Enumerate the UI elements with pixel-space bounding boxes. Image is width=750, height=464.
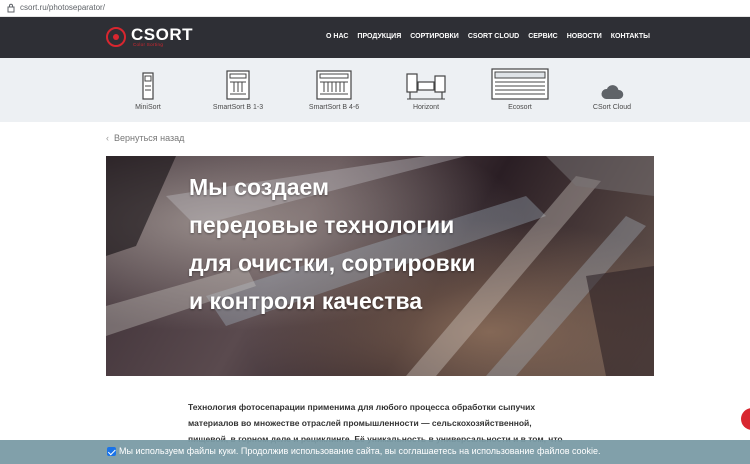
browser-address-bar[interactable]: csort.ru/photoseparator/ — [0, 0, 750, 17]
product-label: SmartSort B 1-3 — [212, 104, 264, 111]
top-navigation: CSORT Color Sorting О НАС ПРОДУКЦИЯ СОРТ… — [0, 17, 750, 58]
page-info-icon[interactable] — [7, 3, 15, 13]
main-menu: О НАС ПРОДУКЦИЯ СОРТИРОВКИ CSORT CLOUD С… — [326, 33, 650, 40]
hero-banner: Мы создаем передовые технологии для очис… — [106, 156, 654, 376]
menu-item-sorting[interactable]: СОРТИРОВКИ — [410, 33, 459, 40]
product-smartsort-b46[interactable]: SmartSort B 4-6 — [289, 66, 379, 118]
product-smartsort-b13[interactable]: SmartSort B 1-3 — [193, 66, 283, 118]
menu-item-news[interactable]: НОВОСТИ — [567, 33, 602, 40]
hero-heading-line: передовые технологии — [189, 212, 455, 238]
product-label: Ecosort — [508, 104, 532, 111]
menu-item-csort-cloud[interactable]: CSORT CLOUD — [468, 33, 519, 40]
menu-item-contacts[interactable]: КОНТАКТЫ — [611, 33, 650, 40]
logo-mark-icon — [106, 27, 126, 47]
product-label: CSort Cloud — [592, 104, 632, 111]
chevron-left-icon: ‹ — [106, 133, 109, 143]
url-text[interactable]: csort.ru/photoseparator/ — [20, 3, 105, 12]
cookie-message: Мы используем файлы куки. Продолжив испо… — [119, 446, 601, 456]
product-label: Horizont — [412, 104, 440, 111]
product-ecosort[interactable]: Ecosort — [475, 66, 565, 118]
hero-heading-line: Мы создаем — [189, 174, 330, 200]
product-horizont[interactable]: Horizont — [381, 66, 471, 118]
horizont-machine-icon — [406, 73, 446, 100]
menu-item-products[interactable]: ПРОДУКЦИЯ — [357, 33, 401, 40]
article-line: Технология фотосепарации применима для л… — [188, 402, 536, 412]
product-csort-cloud[interactable]: CSort Cloud — [567, 66, 657, 118]
menu-item-service[interactable]: СЕРВИС — [528, 33, 558, 40]
menu-item-about[interactable]: О НАС — [326, 33, 348, 40]
cookie-consent-checkbox[interactable] — [107, 447, 116, 456]
minisort-machine-icon — [142, 72, 154, 100]
logo-tagline: Color Sorting — [133, 42, 164, 47]
smartsort-b46-machine-icon — [316, 70, 352, 100]
article-line: материалов во множестве отраслей промышл… — [188, 418, 532, 428]
hero-heading-line: и контроля качества — [189, 288, 423, 314]
product-label: MiniSort — [135, 104, 161, 111]
cookie-banner: Мы используем файлы куки. Продолжив испо… — [0, 440, 750, 464]
back-link[interactable]: ‹ Вернуться назад — [106, 133, 184, 143]
smartsort-b13-machine-icon — [226, 70, 250, 100]
csort-logo[interactable]: CSORT Color Sorting — [106, 25, 206, 50]
ecosort-machine-icon — [491, 68, 549, 100]
chat-widget-button[interactable] — [741, 408, 750, 430]
cloud-icon — [601, 85, 624, 99]
product-minisort[interactable]: MiniSort — [103, 66, 193, 118]
product-bar: MiniSort SmartSort B 1-3 SmartSort B 4-6… — [0, 58, 750, 122]
back-link-label: Вернуться назад — [114, 133, 185, 143]
product-label: SmartSort B 4-6 — [308, 104, 360, 111]
hero-heading-line: для очистки, сортировки — [189, 250, 476, 276]
